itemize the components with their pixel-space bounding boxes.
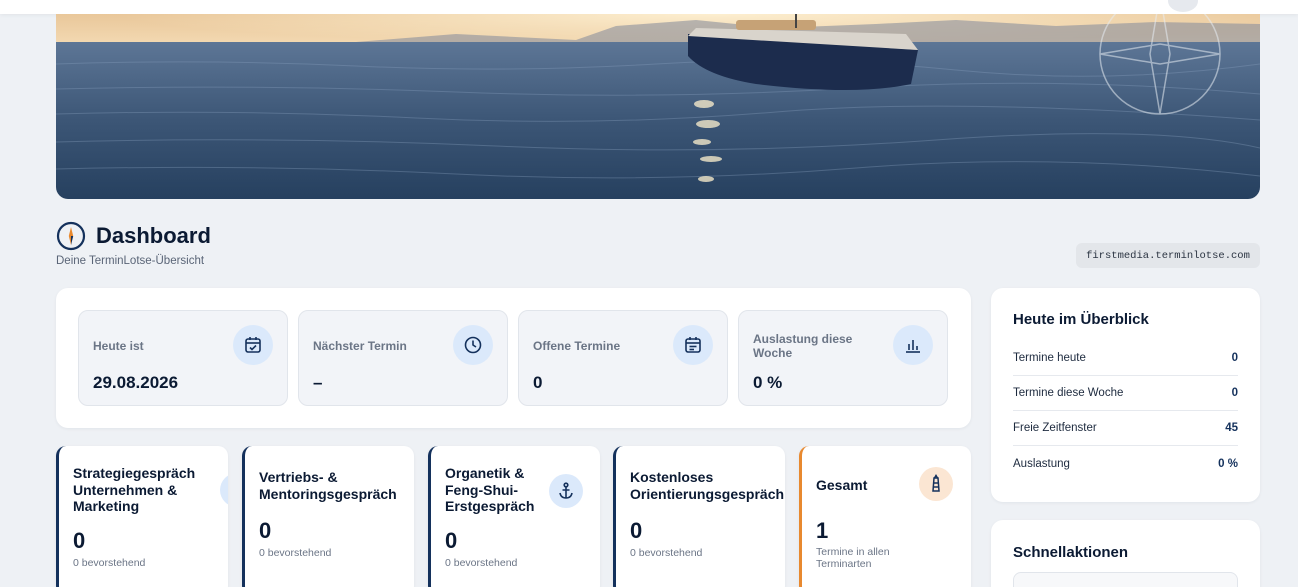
stat-card-today: Heute ist 29.08.2026	[78, 310, 288, 406]
overview-row: Termine diese Woche 0	[1013, 376, 1238, 411]
appointment-type-card[interactable]: Organetik & Feng-Shui- Erstgespräch 0 0 …	[428, 446, 600, 587]
stat-value: 0	[533, 373, 543, 392]
stat-card-next-appointment: Nächster Termin –	[298, 310, 508, 406]
type-count: 0	[259, 518, 272, 543]
type-count: 1	[816, 518, 829, 543]
quick-actions-title: Schnellaktionen	[1013, 544, 1129, 561]
quick-actions-card: Schnellaktionen	[991, 520, 1260, 587]
stat-value: 29.08.2026	[93, 373, 179, 392]
type-title: Gesamt	[816, 477, 868, 493]
lighthouse-icon	[919, 467, 953, 501]
type-icon	[220, 473, 228, 507]
stat-label: Heute ist	[93, 339, 144, 353]
stat-value: –	[313, 373, 323, 392]
type-title: Organetik & Feng-Shui- Erstgespräch	[445, 465, 535, 514]
overview-row: Auslastung 0 %	[1013, 446, 1238, 481]
stat-card-utilization: Auslastung diese Woche 0 %	[738, 310, 948, 406]
overview-label: Termine heute	[1013, 352, 1086, 364]
calendar-check-icon	[233, 325, 273, 365]
appointment-type-card[interactable]: Vertriebs- & Mentoringsgespräch 0 0 bevo…	[242, 446, 414, 587]
type-title: Kostenloses Orientierungsgespräch	[630, 469, 785, 502]
stat-card-open-appointments: Offene Termine 0	[518, 310, 728, 406]
page-subtitle: Deine TerminLotse-Übersicht	[56, 255, 205, 267]
type-upcoming: 0 bevorstehend	[630, 547, 703, 559]
overview-label: Termine diese Woche	[1013, 387, 1124, 399]
stat-label: Auslastung diese Woche	[753, 332, 853, 360]
quick-action-button[interactable]	[1013, 572, 1238, 587]
overview-row: Termine heute 0	[1013, 341, 1238, 376]
overview-label: Auslastung	[1013, 457, 1070, 470]
type-count: 0	[445, 528, 458, 553]
type-title: Vertriebs- & Mentoringsgespräch	[259, 469, 397, 502]
domain-badge: firstmedia.terminlotse.com	[1076, 243, 1260, 268]
appointment-type-card[interactable]: Kostenloses Orientierungsgespräch 0 0 be…	[613, 446, 785, 587]
stat-value: 0 %	[753, 373, 783, 392]
top-navigation-bar	[0, 0, 1298, 14]
overview-value: 0	[1231, 352, 1238, 364]
type-upcoming: 0 bevorstehend	[259, 547, 332, 559]
overview-row: Freie Zeitfenster 45	[1013, 411, 1238, 446]
overview-value: 0	[1231, 387, 1238, 399]
overview-value: 0 %	[1218, 457, 1238, 470]
today-overview-card: Heute im Überblick Termine heute 0 Termi…	[991, 288, 1260, 502]
calendar-list-icon	[673, 325, 713, 365]
type-upcoming: 0 bevorstehend	[73, 557, 146, 569]
clock-icon	[453, 325, 493, 365]
type-count: 0	[73, 528, 86, 553]
type-upcoming: Termine in allen Terminarten	[816, 546, 890, 570]
stat-label: Offene Termine	[533, 339, 621, 353]
compass-icon	[56, 221, 86, 251]
bar-chart-icon	[893, 325, 933, 365]
anchor-icon	[549, 474, 583, 508]
hero-banner-image	[56, 14, 1260, 199]
page-title: Dashboard	[96, 223, 211, 248]
type-title: Strategiegespräch Unternehmen & Marketin…	[73, 465, 196, 514]
overview-title: Heute im Überblick	[1013, 311, 1149, 328]
stats-panel: Heute ist 29.08.2026 Nächster Termin – O…	[56, 288, 971, 428]
stat-label: Nächster Termin	[313, 339, 407, 353]
type-upcoming: 0 bevorstehend	[445, 557, 518, 569]
dashboard-header: Dashboard	[56, 221, 211, 251]
appointment-type-card[interactable]: Strategiegespräch Unternehmen & Marketin…	[56, 446, 228, 587]
type-count: 0	[630, 518, 643, 543]
user-avatar[interactable]	[1168, 0, 1198, 12]
appointment-total-card[interactable]: Gesamt 1 Termine in allen Terminarten	[799, 446, 971, 587]
overview-value: 45	[1225, 422, 1238, 434]
overview-label: Freie Zeitfenster	[1013, 422, 1097, 434]
